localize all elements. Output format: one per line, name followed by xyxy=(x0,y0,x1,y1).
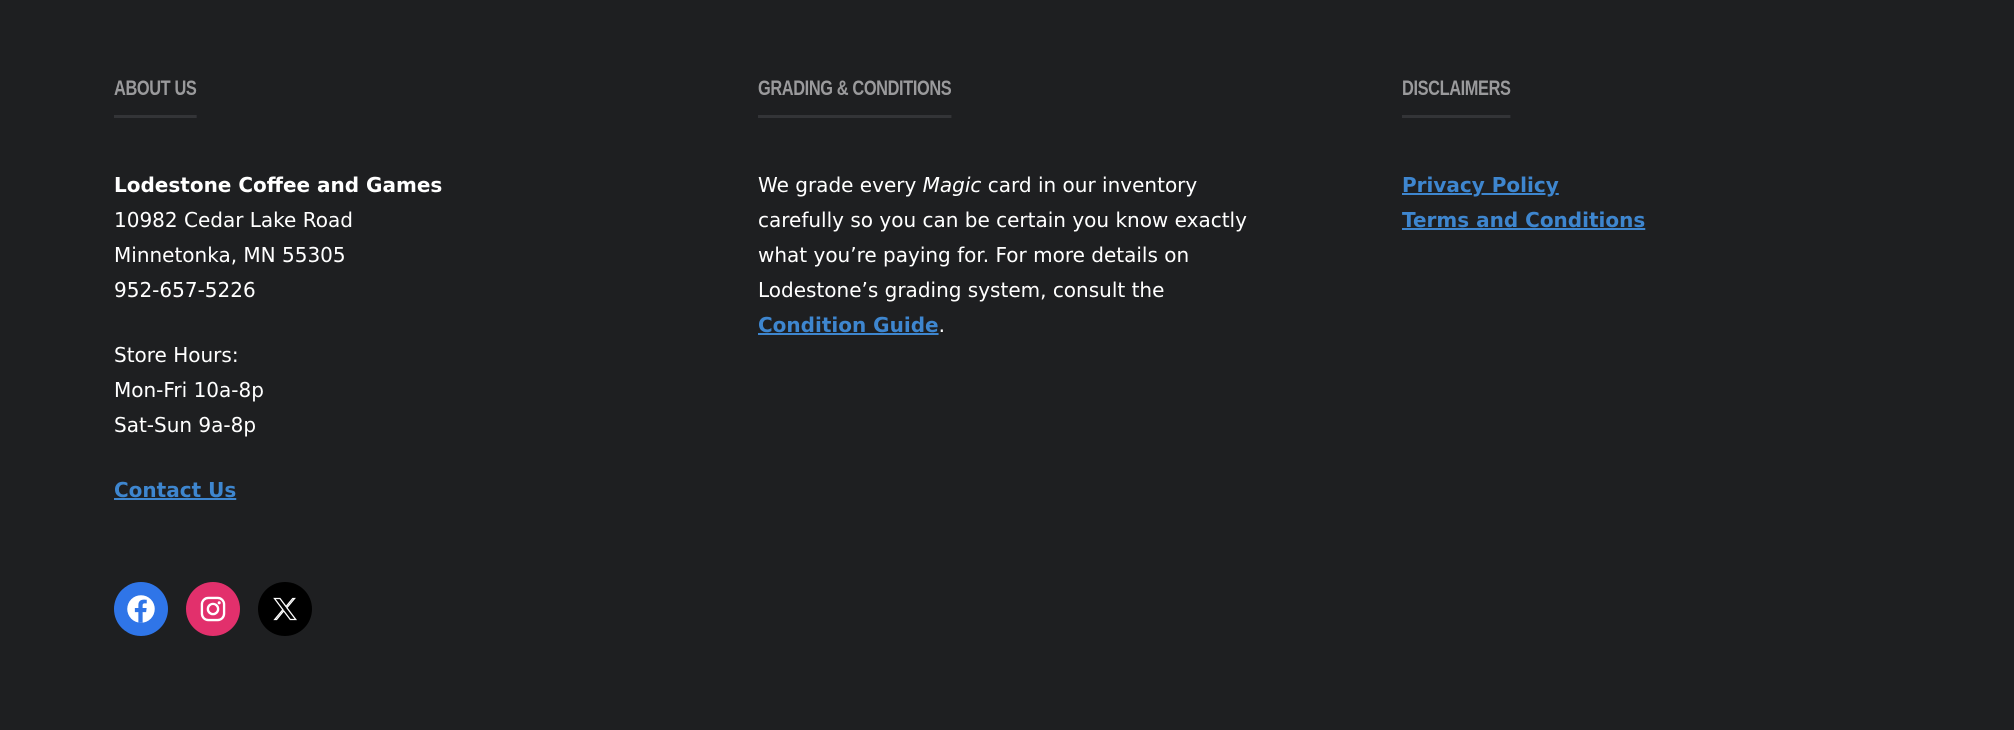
about-body: Lodestone Coffee and Games 10982 Cedar L… xyxy=(114,168,442,508)
grading-heading: Grading & Conditions xyxy=(758,76,952,119)
grading-text-before: We grade every xyxy=(758,173,923,197)
facebook-button[interactable] xyxy=(114,582,168,636)
hours-weekday: Mon-Fri 10a-8p xyxy=(114,378,264,402)
contact-us-link[interactable]: Contact Us xyxy=(114,478,236,502)
grading-body: We grade every Magic card in our invento… xyxy=(758,168,1278,343)
x-button[interactable] xyxy=(258,582,312,636)
grading-paragraph: We grade every Magic card in our invento… xyxy=(758,168,1278,343)
instagram-icon xyxy=(200,596,226,622)
grading-text-end: . xyxy=(938,313,945,337)
site-footer: About Us Lodestone Coffee and Games 1098… xyxy=(0,0,2014,730)
disclaimers-heading: Disclaimers xyxy=(1402,76,1511,119)
x-icon xyxy=(273,597,298,621)
address-line1: 10982 Cedar Lake Road xyxy=(114,208,353,232)
hours-label: Store Hours: xyxy=(114,343,239,367)
social-links xyxy=(114,582,312,636)
hours-weekend: Sat-Sun 9a-8p xyxy=(114,413,257,437)
terms-and-conditions-link[interactable]: Terms and Conditions xyxy=(1402,208,1645,232)
instagram-button[interactable] xyxy=(186,582,240,636)
about-heading: About Us xyxy=(114,76,197,119)
address-line2: Minnetonka, MN 55305 xyxy=(114,243,346,267)
grading-text-magic: Magic xyxy=(922,173,982,197)
condition-guide-link[interactable]: Condition Guide xyxy=(758,313,939,337)
disclaimers-body: Privacy Policy Terms and Conditions xyxy=(1402,168,1645,238)
phone-number: 952-657-5226 xyxy=(114,278,256,302)
facebook-icon xyxy=(127,595,155,623)
privacy-policy-link[interactable]: Privacy Policy xyxy=(1402,173,1559,197)
store-name: Lodestone Coffee and Games xyxy=(114,173,443,197)
